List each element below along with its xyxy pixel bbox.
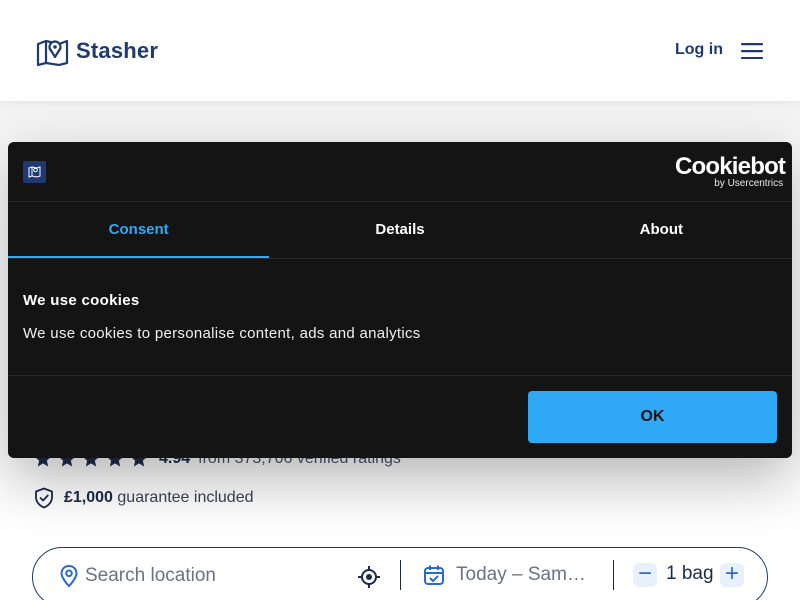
cookie-body-text: We use cookies to personalise content, a… (23, 325, 421, 342)
shield-check-icon (35, 487, 53, 509)
decrease-bags-button[interactable]: − (633, 562, 657, 587)
guarantee-row: £1,000 guarantee included (34, 487, 254, 509)
current-location-icon[interactable] (358, 566, 380, 588)
site-header: Stasher Log in (0, 0, 800, 101)
tab-consent[interactable]: Consent (8, 203, 270, 258)
cookiebot-brand-name: Cookiebot (675, 153, 786, 180)
divider (8, 375, 792, 376)
login-link[interactable]: Log in (675, 41, 723, 59)
ok-button[interactable]: OK (528, 391, 777, 443)
hamburger-menu-icon[interactable] (741, 43, 763, 59)
cookie-dialog-header: Cookiebot by Usercentrics (8, 142, 792, 202)
search-bar: Today – Sam… − 1 bag + (32, 547, 768, 600)
guarantee-amount: £1,000 (64, 489, 113, 506)
divider (613, 560, 614, 590)
site-logo-icon (23, 161, 46, 183)
cookie-heading: We use cookies (23, 292, 140, 309)
calendar-icon (424, 565, 444, 585)
divider (400, 560, 401, 590)
bag-count: 1 bag (666, 563, 714, 584)
tab-details[interactable]: Details (269, 203, 530, 258)
brand-name: Stasher (76, 38, 159, 63)
map-pin-logo-icon (36, 39, 69, 66)
guarantee-text: guarantee included (117, 489, 254, 506)
location-pin-icon (60, 564, 78, 588)
cookie-tabs: Consent Details About (8, 203, 792, 259)
date-range-field[interactable]: Today – Sam… (456, 564, 586, 586)
cookiebot-logo[interactable]: Cookiebot by Usercentrics (675, 153, 786, 190)
stasher-logo[interactable]: Stasher (35, 36, 158, 66)
tab-about[interactable]: About (531, 203, 792, 258)
increase-bags-button[interactable]: + (720, 562, 744, 587)
cookie-consent-dialog: Cookiebot by Usercentrics Consent Detail… (8, 142, 792, 458)
search-location-input[interactable] (85, 564, 345, 588)
